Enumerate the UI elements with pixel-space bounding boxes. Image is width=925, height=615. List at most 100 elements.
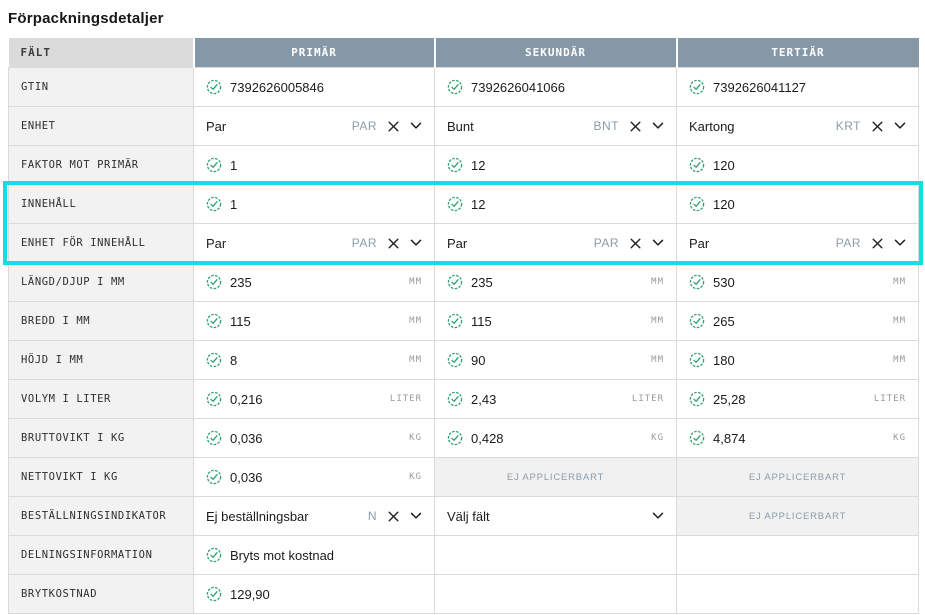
- table-row: BRUTTOVIKT I KG 0,036 KG 0,428 KG 4,874 KG: [8, 418, 919, 458]
- column-header-sekundär: SEKUNDÄR: [434, 38, 678, 68]
- check-icon: [206, 79, 222, 95]
- select-cell[interactable]: Par PAR: [676, 223, 919, 263]
- chevron-down-icon[interactable]: [410, 122, 422, 130]
- check-icon: [206, 430, 222, 446]
- unit-code: PAR: [351, 236, 377, 250]
- chevron-down-icon[interactable]: [410, 239, 422, 247]
- cell-value: 8: [230, 352, 238, 368]
- table-cell: 115 MM: [193, 301, 435, 341]
- select-value: Par: [689, 235, 710, 251]
- chevron-down-icon[interactable]: [894, 239, 906, 247]
- select-controls: PAR: [836, 236, 906, 250]
- field-label: GTIN: [8, 67, 194, 107]
- select-cell[interactable]: Välj fält: [434, 496, 677, 536]
- select-controls: [652, 512, 664, 520]
- not-applicable-label: EJ APPLICERBART: [748, 471, 847, 483]
- select-value: Par: [206, 235, 227, 251]
- chevron-down-icon[interactable]: [652, 512, 664, 520]
- table-cell: 180 MM: [676, 340, 919, 380]
- table-cell: 12: [434, 184, 677, 224]
- check-icon: [206, 586, 222, 602]
- check-icon: [447, 391, 463, 407]
- table-row: ENHET FÖR INNEHÅLL Par PAR Par PAR Par PAR: [8, 223, 919, 263]
- cell-value: 115: [230, 313, 251, 329]
- check-icon: [689, 352, 705, 368]
- select-cell[interactable]: Bunt BNT: [434, 106, 677, 146]
- field-label: INNEHÅLL: [8, 184, 194, 224]
- unit-label: MM: [893, 316, 906, 326]
- check-icon: [206, 469, 222, 485]
- check-icon: [689, 313, 705, 329]
- clear-icon[interactable]: [388, 511, 399, 522]
- cell-value: Bryts mot kostnad: [230, 547, 335, 563]
- table-cell: 0,428 KG: [434, 418, 677, 458]
- table-row: HÖJD I MM 8 MM 90 MM 180 MM: [8, 340, 919, 380]
- chevron-down-icon[interactable]: [652, 122, 664, 130]
- select-cell[interactable]: Par PAR: [193, 223, 435, 263]
- field-label: FAKTOR MOT PRIMÄR: [8, 145, 194, 185]
- chevron-down-icon[interactable]: [894, 122, 906, 130]
- check-icon: [689, 430, 705, 446]
- select-cell[interactable]: Kartong KRT: [676, 106, 919, 146]
- table-cell: EJ APPLICERBART: [676, 496, 919, 536]
- table-row: DELNINGSINFORMATION Bryts mot kostnad: [8, 535, 919, 575]
- select-controls: PAR: [594, 236, 664, 250]
- table-cell: 25,28 LITER: [676, 379, 919, 419]
- table-row: LÄNGD/DJUP I MM 235 MM 235 MM 530 MM: [8, 262, 919, 302]
- column-header-tertiär: TERTIÄR: [676, 38, 919, 68]
- select-cell[interactable]: Ej beställningsbar N: [193, 496, 435, 536]
- column-header-field: FÄLT: [8, 38, 195, 68]
- table-cell: 0,216 LITER: [193, 379, 435, 419]
- select-cell[interactable]: Par PAR: [434, 223, 677, 263]
- check-icon: [447, 430, 463, 446]
- table-cell: 12: [434, 145, 677, 185]
- cell-value: 12: [471, 157, 486, 173]
- page: Förpackningsdetaljer FÄLT PRIMÄR SEKUNDÄR T…: [0, 0, 925, 614]
- table-cell: [434, 574, 677, 614]
- table-row: BRYTKOSTNAD 129,90: [8, 574, 919, 614]
- select-cell[interactable]: Par PAR: [193, 106, 435, 146]
- cell-value: 90: [471, 352, 486, 368]
- select-value: Ej beställningsbar: [206, 508, 309, 524]
- column-header-primär: PRIMÄR: [193, 38, 436, 68]
- check-icon: [689, 79, 705, 95]
- table-cell: 115 MM: [434, 301, 677, 341]
- table-cell: [434, 535, 677, 575]
- table-cell: 7392626041066: [434, 67, 677, 107]
- check-icon: [689, 274, 705, 290]
- cell-value: 1: [230, 157, 238, 173]
- field-label: LÄNGD/DJUP I MM: [8, 262, 194, 302]
- table-row: VOLYM I LITER 0,216 LITER 2,43 LITER 25,28 LIT…: [8, 379, 919, 419]
- clear-icon[interactable]: [872, 238, 883, 249]
- field-label: ENHET: [8, 106, 194, 146]
- cell-value: 1: [230, 196, 238, 212]
- table-cell: 2,43 LITER: [434, 379, 677, 419]
- cell-value: 0,036: [230, 430, 263, 446]
- table-cell: 235 MM: [434, 262, 677, 302]
- not-applicable-label: EJ APPLICERBART: [748, 510, 847, 522]
- unit-label: MM: [409, 355, 422, 365]
- cell-value: 0,428: [471, 430, 504, 446]
- clear-icon[interactable]: [388, 121, 399, 132]
- clear-icon[interactable]: [630, 121, 641, 132]
- check-icon: [447, 352, 463, 368]
- chevron-down-icon[interactable]: [652, 239, 664, 247]
- field-label: BRYTKOSTNAD: [8, 574, 194, 614]
- check-icon: [206, 157, 222, 173]
- table-row: ENHET Par PAR Bunt BNT Kartong KRT: [8, 106, 919, 146]
- clear-icon[interactable]: [872, 121, 883, 132]
- clear-icon[interactable]: [630, 238, 641, 249]
- cell-value: 7392626005846: [230, 79, 324, 95]
- clear-icon[interactable]: [388, 238, 399, 249]
- table-row: GTIN 7392626005846 7392626041066 7392626041…: [8, 67, 919, 107]
- cell-value: 12: [471, 196, 486, 212]
- unit-label: LITER: [631, 394, 664, 404]
- select-value: Par: [447, 235, 468, 251]
- table-cell: 8 MM: [193, 340, 435, 380]
- chevron-down-icon[interactable]: [410, 512, 422, 520]
- check-icon: [206, 274, 222, 290]
- table-cell: 0,036 KG: [193, 418, 435, 458]
- cell-value: 265: [713, 313, 735, 329]
- table-cell: 235 MM: [193, 262, 435, 302]
- cell-value: 7392626041066: [471, 79, 565, 95]
